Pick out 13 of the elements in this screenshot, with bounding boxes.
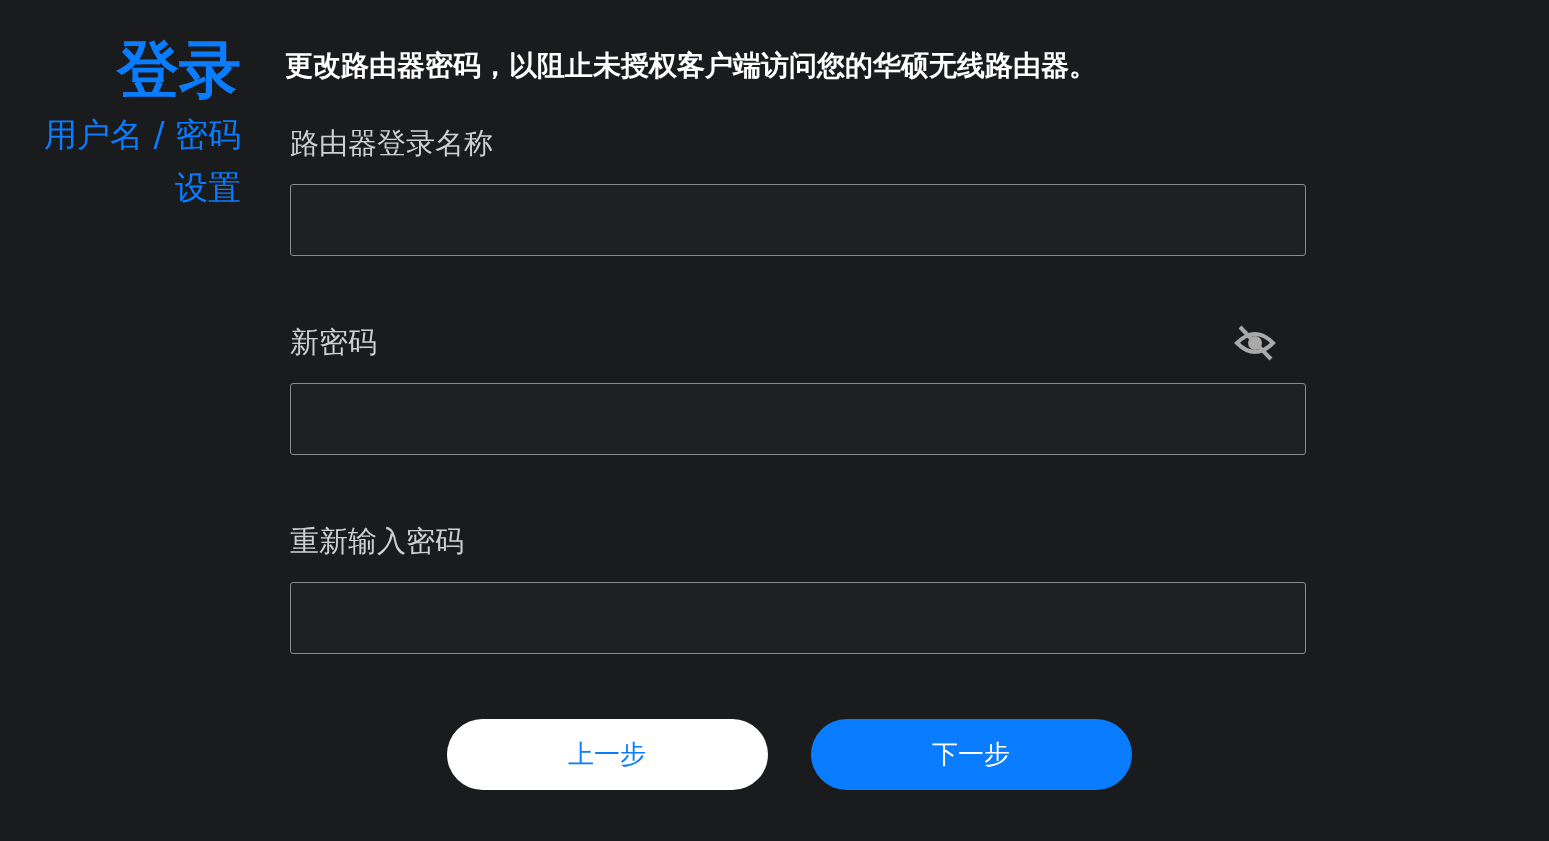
page-subtitle: 用户名 / 密码 xyxy=(43,114,241,156)
eye-slash-icon[interactable] xyxy=(1234,323,1276,363)
password-field[interactable] xyxy=(290,383,1306,455)
instruction-heading: 更改路由器密码，以阻止未授权客户端访问您的华硕无线路由器。 xyxy=(285,48,1098,84)
username-field[interactable] xyxy=(290,184,1306,256)
field-label: 新密码 xyxy=(290,324,377,361)
next-button[interactable]: 下一步 xyxy=(810,719,1132,790)
page-title: 登录 xyxy=(117,32,241,108)
password-field[interactable] xyxy=(290,582,1306,654)
back-button[interactable]: 上一步 xyxy=(446,719,768,790)
field-label: 路由器登录名称 xyxy=(290,125,493,162)
page-subtitle: 设置 xyxy=(175,167,241,209)
field-label: 重新输入密码 xyxy=(290,523,464,560)
